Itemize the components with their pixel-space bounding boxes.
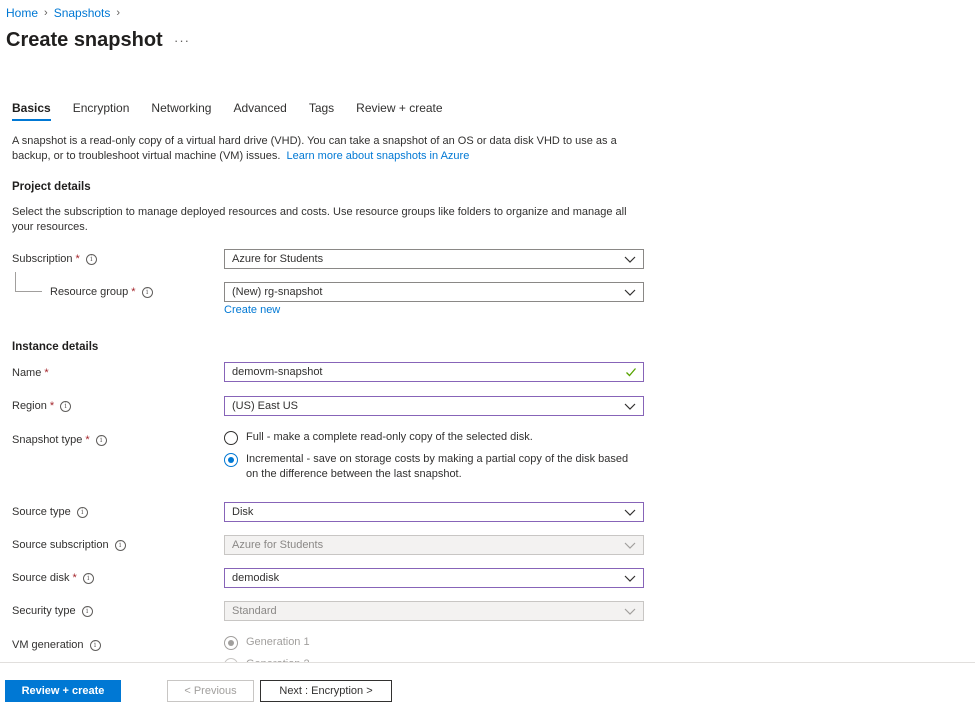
- breadcrumb-home-link[interactable]: Home: [6, 6, 38, 20]
- required-asterisk: *: [49, 400, 55, 412]
- breadcrumb-snapshots-link[interactable]: Snapshots: [54, 6, 111, 20]
- info-icon[interactable]: i: [85, 253, 97, 265]
- region-label-text: Region: [12, 400, 47, 412]
- more-options-button[interactable]: ···: [174, 33, 190, 48]
- info-icon[interactable]: i: [95, 434, 107, 446]
- source-disk-value: demodisk: [232, 572, 280, 584]
- info-icon[interactable]: i: [81, 605, 93, 617]
- required-asterisk: *: [44, 367, 49, 379]
- source-type-label: Source type i: [12, 506, 88, 518]
- chevron-down-icon: [624, 289, 636, 296]
- name-label-text: Name: [12, 367, 42, 379]
- source-type-dropdown[interactable]: Disk: [224, 502, 644, 522]
- resource-group-label: Resource group * i: [50, 286, 153, 298]
- source-subscription-label: Source subscription i: [12, 539, 126, 551]
- resource-group-dropdown[interactable]: (New) rg-snapshot: [224, 282, 644, 302]
- chevron-down-icon: [624, 575, 636, 582]
- learn-more-link[interactable]: Learn more about snapshots in Azure: [286, 150, 469, 162]
- radio-generation-1: [224, 636, 238, 650]
- region-label: Region * i: [12, 400, 72, 412]
- chevron-down-icon: [624, 256, 636, 263]
- next-encryption-button[interactable]: Next : Encryption >: [260, 680, 392, 702]
- source-subscription-dropdown: Azure for Students: [224, 535, 644, 555]
- project-details-description: Select the subscription to manage deploy…: [12, 206, 627, 233]
- instance-details-heading: Instance details: [12, 341, 99, 353]
- name-value: demovm-snapshot: [232, 366, 323, 378]
- security-type-value: Standard: [232, 605, 277, 617]
- required-asterisk: *: [85, 434, 90, 446]
- intro-text: A snapshot is a read-only copy of a virt…: [12, 134, 632, 164]
- radio-incremental[interactable]: [224, 453, 238, 467]
- subscription-value: Azure for Students: [232, 253, 324, 265]
- option-incremental-text: Incremental - save on storage costs by m…: [246, 453, 629, 480]
- source-type-value: Disk: [232, 506, 254, 518]
- info-icon[interactable]: i: [141, 286, 153, 298]
- previous-button: < Previous: [167, 680, 254, 702]
- name-input[interactable]: demovm-snapshot: [224, 362, 644, 382]
- info-icon[interactable]: i: [114, 539, 126, 551]
- checkmark-icon: [626, 368, 636, 377]
- info-icon[interactable]: i: [60, 400, 72, 412]
- tab-review-create[interactable]: Review + create: [356, 101, 442, 121]
- required-asterisk: *: [72, 572, 77, 584]
- tab-encryption[interactable]: Encryption: [73, 101, 130, 121]
- chevron-down-icon: [624, 403, 636, 410]
- info-icon[interactable]: i: [76, 506, 88, 518]
- info-icon[interactable]: i: [82, 572, 94, 584]
- snapshot-type-label-text: Snapshot type: [12, 434, 83, 446]
- tab-networking[interactable]: Networking: [151, 101, 211, 121]
- tab-bar: Basics Encryption Networking Advanced Ta…: [12, 101, 465, 121]
- subscription-dropdown[interactable]: Azure for Students: [224, 249, 644, 269]
- subscription-label: Subscription * i: [12, 253, 97, 265]
- source-subscription-value: Azure for Students: [232, 539, 324, 551]
- security-type-label: Security type i: [12, 605, 93, 617]
- create-new-link[interactable]: Create new: [224, 304, 280, 316]
- required-asterisk: *: [131, 286, 136, 298]
- name-label: Name *: [12, 367, 49, 379]
- project-details-heading: Project details: [12, 181, 91, 193]
- tree-connector: [15, 291, 42, 292]
- snapshot-type-incremental-option[interactable]: Incremental - save on storage costs by m…: [224, 452, 634, 482]
- footer-bar: Review + create < Previous Next : Encryp…: [0, 662, 975, 702]
- region-value: (US) East US: [232, 400, 299, 412]
- chevron-right-icon: ›: [44, 7, 48, 19]
- source-subscription-label-text: Source subscription: [12, 539, 109, 551]
- vm-generation-label: VM generation i: [12, 639, 101, 651]
- region-dropdown[interactable]: (US) East US: [224, 396, 644, 416]
- required-asterisk: *: [75, 253, 80, 265]
- option-full-text: Full - make a complete read-only copy of…: [246, 431, 533, 443]
- subscription-label-text: Subscription: [12, 253, 73, 265]
- page-title: Create snapshot: [6, 29, 163, 51]
- info-icon[interactable]: i: [89, 639, 101, 651]
- tab-advanced[interactable]: Advanced: [233, 101, 286, 121]
- review-create-button[interactable]: Review + create: [5, 680, 121, 702]
- chevron-right-icon: ›: [116, 7, 121, 19]
- tree-connector: [15, 272, 16, 291]
- chevron-down-icon: [624, 608, 636, 615]
- tab-tags[interactable]: Tags: [309, 101, 334, 121]
- vm-generation-option-1: Generation 1: [224, 635, 310, 650]
- security-type-dropdown: Standard: [224, 601, 644, 621]
- chevron-down-icon: [624, 509, 636, 516]
- resource-group-value: (New) rg-snapshot: [232, 286, 323, 298]
- vm-generation-label-text: VM generation: [12, 639, 84, 651]
- snapshot-type-full-option[interactable]: Full - make a complete read-only copy of…: [224, 430, 533, 445]
- radio-full[interactable]: [224, 431, 238, 445]
- source-disk-label-text: Source disk: [12, 572, 70, 584]
- source-type-label-text: Source type: [12, 506, 71, 518]
- resource-group-label-text: Resource group: [50, 286, 129, 298]
- breadcrumb: Home › Snapshots ›: [6, 6, 126, 20]
- snapshot-type-label: Snapshot type * i: [12, 434, 107, 446]
- generation-1-text: Generation 1: [246, 636, 310, 648]
- source-disk-dropdown[interactable]: demodisk: [224, 568, 644, 588]
- chevron-down-icon: [624, 542, 636, 549]
- source-disk-label: Source disk * i: [12, 572, 94, 584]
- security-type-label-text: Security type: [12, 605, 76, 617]
- tab-basics[interactable]: Basics: [12, 101, 51, 121]
